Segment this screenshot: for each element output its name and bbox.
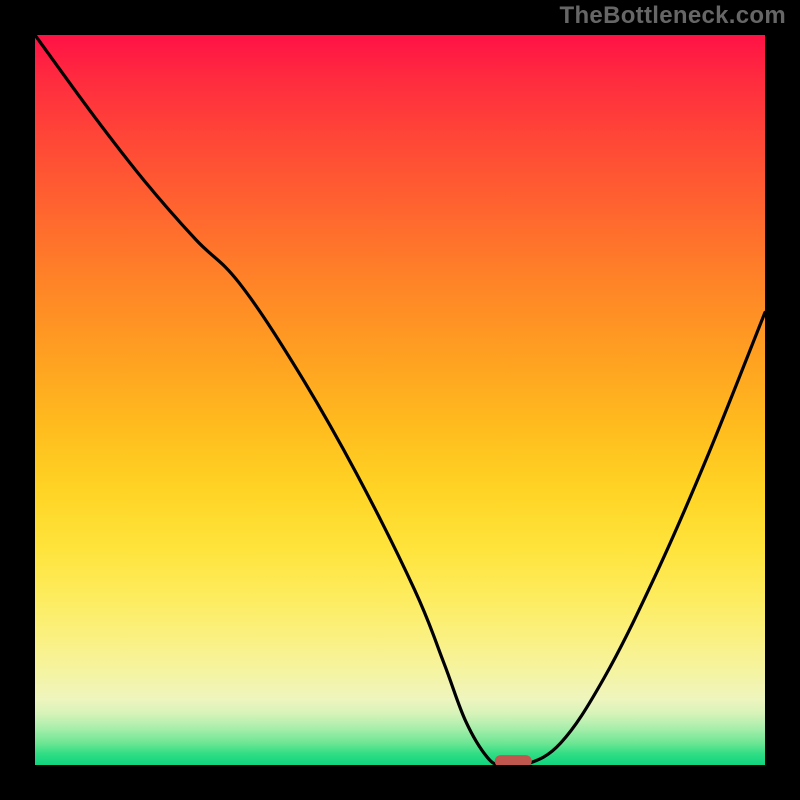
watermark-text: TheBottleneck.com xyxy=(560,2,786,30)
plot-area xyxy=(35,35,765,765)
bottleneck-curve xyxy=(35,35,765,765)
optimal-marker xyxy=(495,756,532,765)
chart-frame: TheBottleneck.com xyxy=(0,0,800,800)
